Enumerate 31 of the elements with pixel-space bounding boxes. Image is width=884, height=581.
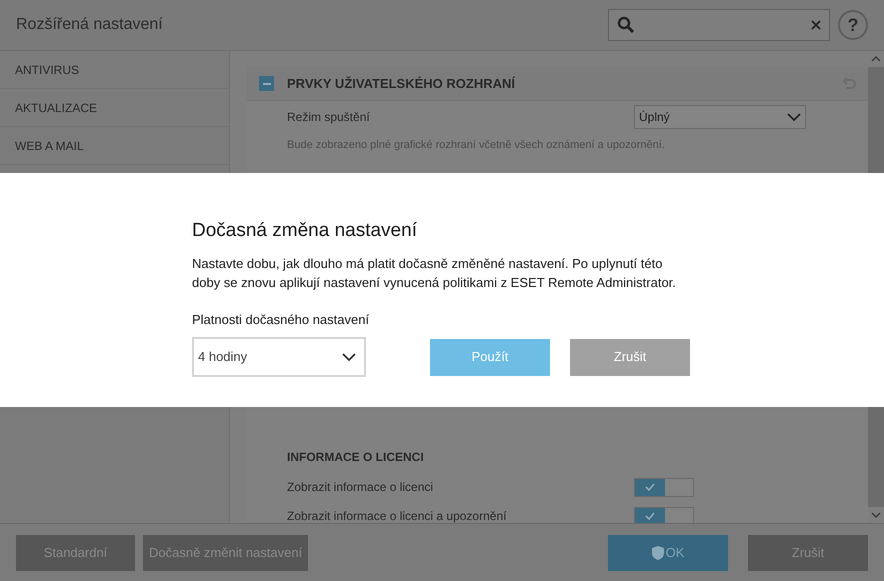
sidebar-item[interactable]: AKTUALIZACE xyxy=(0,89,229,127)
window-title: Rozšířená nastavení xyxy=(16,15,163,35)
setting-label: Režim spuštění xyxy=(287,109,371,126)
scroll-up-icon[interactable] xyxy=(871,55,881,63)
toggle-switch[interactable] xyxy=(634,506,694,523)
ok-button[interactable]: OK xyxy=(608,534,728,570)
check-icon xyxy=(645,512,655,520)
shield-icon xyxy=(652,546,664,560)
collapse-toggle[interactable] xyxy=(259,76,274,91)
apply-button[interactable]: Použít xyxy=(430,338,550,376)
setting-label: Zobrazit informace o licenci xyxy=(287,479,434,496)
chevron-down-icon xyxy=(787,112,801,122)
search-icon xyxy=(617,16,635,34)
help-button[interactable]: ? xyxy=(838,10,868,40)
sidebar-item[interactable]: WEB A MAIL xyxy=(0,127,229,165)
toggle-switch[interactable] xyxy=(634,478,694,496)
dialog-message: Nastavte dobu, jak dlouho má platit dočasně změněné nastavení. Po uplynutí této doby se znovu aplikují nastavení vynucená politikami z ESET Remote Administrator. xyxy=(192,254,677,292)
field-label: Platnosti dočasného nastavení xyxy=(192,310,370,328)
section-heading: INFORMACE O LICENCI xyxy=(286,448,425,466)
scroll-down-icon[interactable] xyxy=(871,511,881,519)
sidebar-item[interactable]: ANTIVIRUS xyxy=(0,51,229,89)
chevron-down-icon xyxy=(342,352,356,362)
check-icon xyxy=(645,483,655,491)
duration-dropdown[interactable]: 4 hodiny xyxy=(192,337,366,377)
search-field[interactable] xyxy=(608,9,830,41)
setting-label: Zobrazit informace o licenci a upozornění xyxy=(287,508,508,523)
mode-dropdown[interactable]: Úplný xyxy=(634,105,806,129)
section-title: PRVKY UŽIVATELSKÉHO ROZHRANÍ xyxy=(287,74,516,93)
dialog-title: Dočasná změna nastavení xyxy=(192,219,418,243)
cancel-button[interactable]: Zrušit xyxy=(570,338,690,376)
close-icon[interactable] xyxy=(811,20,821,30)
